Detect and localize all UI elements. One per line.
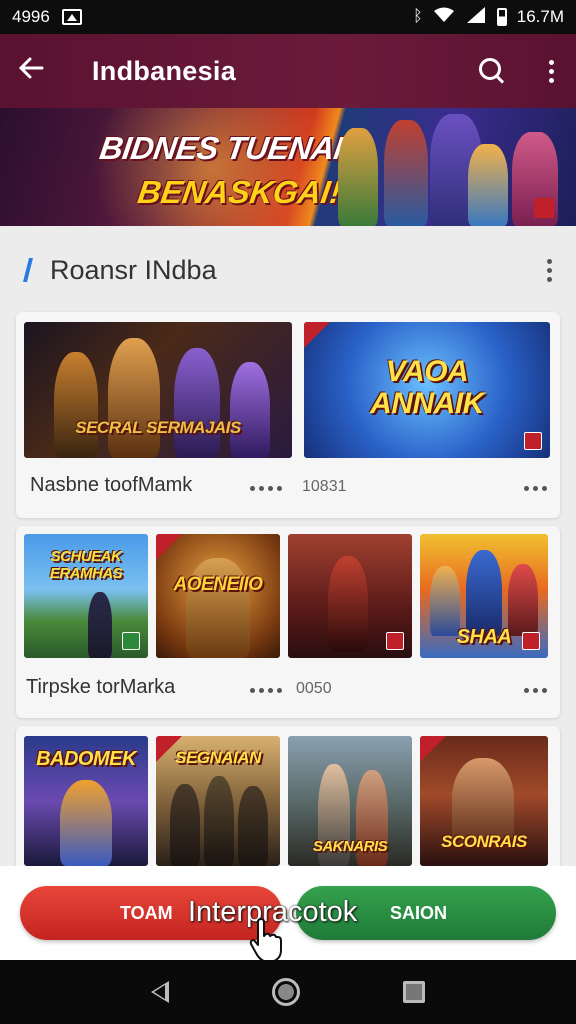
card-more-icon[interactable] — [250, 688, 282, 693]
nav-back-icon[interactable] — [151, 981, 170, 1003]
game-figure — [54, 352, 98, 458]
game-thumb[interactable]: BADOMEK — [24, 736, 148, 866]
game-caption: SEGNAIAN — [175, 748, 261, 767]
game-thumb[interactable]: SECRAL SERMAJAIS — [24, 322, 292, 458]
game-ribbon — [420, 736, 446, 762]
promo-banner[interactable]: BIDNES TUENANL BENASKGAI! — [0, 108, 576, 226]
more-vert-icon[interactable] — [545, 58, 558, 85]
game-figure — [170, 784, 200, 866]
game-caption: BADOMEK — [36, 748, 136, 770]
wifi-icon — [433, 7, 455, 27]
card-more-icon[interactable] — [524, 486, 547, 491]
hand-cursor-icon — [249, 918, 282, 962]
game-caption: AOENEIIO — [173, 574, 263, 595]
game-figure — [108, 338, 160, 458]
game-badge — [122, 632, 140, 650]
signal-icon — [465, 6, 487, 28]
status-bar: 4996 ᛒ 16.7M — [0, 0, 576, 34]
bluetooth-icon: ᛒ — [413, 8, 423, 25]
section-accent — [23, 258, 33, 282]
banner-badge — [534, 198, 554, 218]
system-nav-bar — [0, 960, 576, 1024]
back-arrow-icon[interactable] — [18, 54, 58, 88]
game-figure — [238, 786, 268, 866]
banner-hero-1 — [338, 128, 378, 226]
game-figure — [466, 550, 502, 636]
primary-action-label: TOAM — [120, 902, 173, 923]
game-caption: SECRAL SERMAJAIS — [75, 418, 241, 437]
game-thumb[interactable] — [288, 534, 412, 658]
game-card-row[interactable]: SCHUEAK ERAMHAS AOENEIIO SHAA Tirpske to… — [16, 526, 560, 718]
game-caption: VAOA ANNAIK — [370, 355, 484, 420]
game-ribbon — [156, 534, 182, 560]
banner-line1: BIDNES TUENANL — [97, 130, 379, 166]
card-meta: 10831 — [302, 478, 347, 495]
game-badge — [522, 632, 540, 650]
status-left-text: 4996 — [12, 7, 50, 26]
game-figure — [174, 348, 220, 458]
status-time: 16.7M — [516, 7, 564, 26]
section-title: Roansr INdba — [50, 254, 217, 285]
featured-card-row[interactable]: SECRAL SERMAJAIS VAOA ANNAIK Nasbne toof… — [16, 312, 560, 518]
game-thumb[interactable]: SHAA — [420, 534, 548, 658]
game-figure — [328, 556, 368, 652]
section-header: Roansr INdba — [23, 252, 556, 288]
game-thumb[interactable]: AOENEIIO — [156, 534, 280, 658]
game-figure — [230, 362, 270, 458]
image-icon — [61, 9, 82, 25]
game-thumb[interactable]: SAKNARIS — [288, 736, 412, 866]
nav-home-icon[interactable] — [271, 978, 300, 1006]
game-figure — [60, 780, 112, 866]
game-thumb[interactable]: SEGNAIAN — [156, 736, 280, 866]
card-title: Tirpske torMarka — [26, 676, 176, 698]
card-meta: 0050 — [296, 680, 332, 697]
game-caption: SCHUEAK ERAMHAS — [49, 548, 123, 582]
game-caption: SAKNARIS — [312, 838, 388, 855]
card-more-icon[interactable] — [524, 688, 547, 693]
game-card-row[interactable]: BADOMEK SEGNAIAN SAKNARIS SCONRAIS — [16, 726, 560, 866]
game-figure — [186, 558, 250, 658]
app-bar: Indbanesia — [0, 34, 576, 108]
game-caption: SCONRAIS — [441, 832, 527, 851]
section-more-icon[interactable] — [543, 257, 556, 284]
banner-line2: BENASKGAI! — [135, 174, 344, 210]
game-figure — [88, 592, 112, 658]
battery-icon — [496, 8, 507, 26]
secondary-action-label: SAION — [390, 902, 448, 923]
game-thumb[interactable]: SCONRAIS — [420, 736, 548, 866]
game-figure — [204, 776, 234, 866]
card-more-icon[interactable] — [250, 486, 282, 491]
action-bar: TOAM SAION Interpracotok — [0, 866, 576, 962]
content-area: Roansr INdba SECRAL SERMAJAIS VAOA ANNAI… — [0, 226, 576, 866]
game-badge — [386, 632, 404, 650]
banner-hero-4 — [468, 144, 508, 226]
game-thumb[interactable]: SCHUEAK ERAMHAS — [24, 534, 148, 658]
banner-hero-2 — [384, 120, 428, 226]
nav-recents-icon[interactable] — [402, 981, 425, 1003]
app-title: Indbanesia — [92, 55, 237, 86]
game-thumb[interactable]: VAOA ANNAIK — [304, 322, 550, 458]
card-title: Nasbne toofMamk — [30, 474, 193, 496]
game-badge — [524, 432, 542, 450]
game-ribbon — [304, 322, 330, 348]
search-icon[interactable] — [479, 58, 505, 84]
